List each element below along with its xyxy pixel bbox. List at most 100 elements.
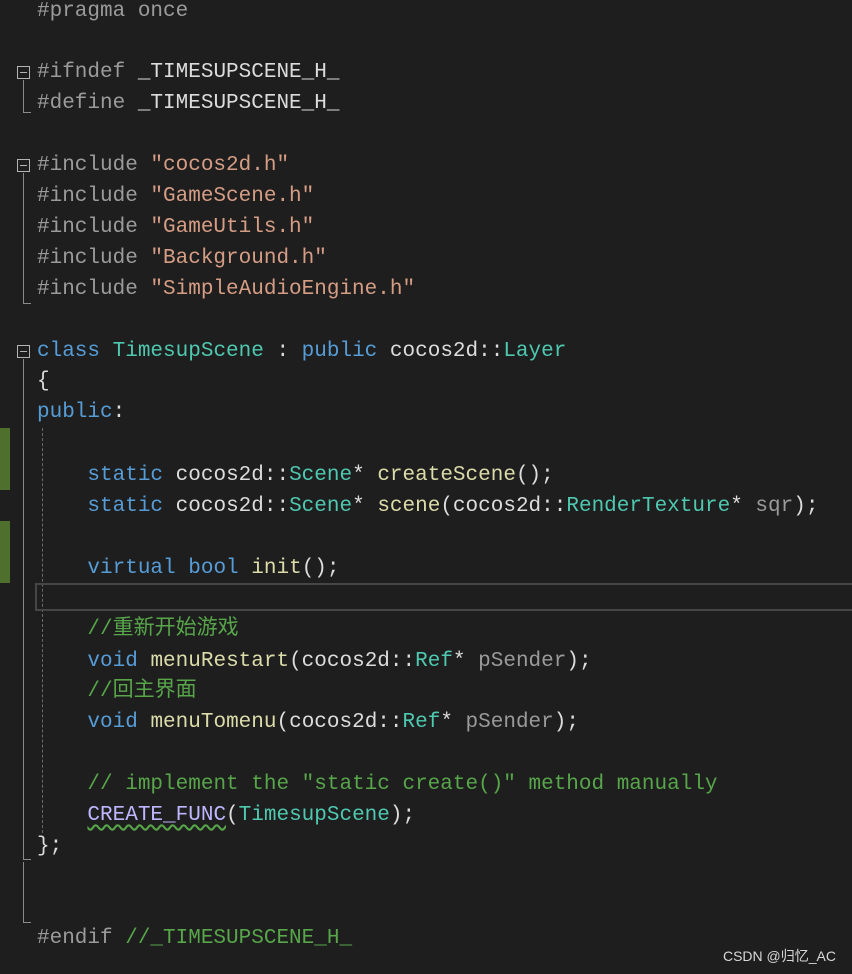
- parameter: sqr: [755, 495, 794, 518]
- keyword: void: [87, 650, 138, 673]
- punctuation: (cocos2d::: [440, 495, 567, 518]
- code-line: #include "GameScene.h": [37, 181, 314, 212]
- keyword: void: [87, 711, 138, 734]
- type-name: Scene: [289, 464, 353, 487]
- code-line: #define _TIMESUPSCENE_H_: [37, 88, 339, 119]
- function-name: init: [251, 557, 302, 580]
- code-line: #include "GameUtils.h": [37, 212, 314, 243]
- class-name: TimesupScene: [112, 340, 264, 363]
- punctuation: *: [352, 464, 378, 487]
- code-line: static cocos2d::Scene * scene(cocos2d::Re…: [37, 491, 818, 522]
- collapse-icon[interactable]: [17, 159, 30, 172]
- code-line: CREATE_FUNC(TimesupScene);: [37, 800, 415, 831]
- punctuation: (cocos2d::: [289, 650, 416, 673]
- preprocessor: #include: [37, 216, 151, 239]
- collapse-icon[interactable]: [17, 345, 30, 358]
- keyword: class: [37, 340, 101, 363]
- type-name: Layer: [503, 340, 567, 363]
- watermark: CSDN @归忆_AC: [722, 948, 836, 964]
- outline-line: [23, 359, 24, 859]
- preprocessor: #endif: [37, 927, 126, 950]
- macro-name: CREATE_FUNC: [87, 804, 227, 827]
- function-name: menuTomenu: [150, 711, 277, 734]
- preprocessor: #include: [37, 185, 151, 208]
- keyword: static: [87, 464, 164, 487]
- code-line: #include "cocos2d.h": [37, 150, 289, 181]
- keyword: bool: [188, 557, 239, 580]
- code-line: //回主界面: [37, 676, 197, 707]
- punctuation: );: [566, 650, 592, 673]
- namespace: cocos2d::: [175, 464, 290, 487]
- collapse-icon[interactable]: [17, 66, 30, 79]
- string-literal: "cocos2d.h": [150, 154, 290, 177]
- preprocessor: #include: [37, 154, 151, 177]
- identifier: _TIMESUPSCENE_H_: [137, 92, 340, 115]
- punctuation: :: [263, 340, 302, 363]
- code-editor[interactable]: #pragma once #ifndef _TIMESUPSCENE_H_ #d…: [0, 0, 852, 974]
- punctuation: :: [112, 401, 126, 424]
- comment: //_TIMESUPSCENE_H_: [125, 927, 353, 950]
- function-name: menuRestart: [150, 650, 290, 673]
- code-line: };: [37, 831, 62, 862]
- outline-line: [23, 173, 24, 303]
- string-literal: "Background.h": [150, 247, 327, 270]
- code-line: #include "Background.h": [37, 243, 327, 274]
- preprocessor: #define: [37, 92, 138, 115]
- punctuation: *: [730, 495, 756, 518]
- punctuation: *: [452, 650, 479, 673]
- identifier: _TIMESUPSCENE_H_: [137, 61, 340, 84]
- string-literal: "SimpleAudioEngine.h": [150, 278, 416, 301]
- code-line: #include "SimpleAudioEngine.h": [37, 274, 415, 305]
- function-name: scene: [377, 495, 441, 518]
- code-line: virtual bool init();: [37, 553, 340, 584]
- preprocessor: #ifndef: [37, 61, 138, 84]
- punctuation: ();: [301, 557, 340, 580]
- outline-line: [23, 859, 31, 860]
- comment: //回主界面: [87, 680, 197, 703]
- punctuation: );: [793, 495, 819, 518]
- type-name: Ref: [415, 650, 453, 673]
- comment: //重新开始游戏: [87, 618, 239, 641]
- punctuation: ();: [515, 464, 554, 487]
- string-literal: "GameUtils.h": [150, 216, 315, 239]
- punctuation: };: [37, 835, 63, 858]
- keyword: virtual: [87, 557, 176, 580]
- outline-line: [23, 80, 24, 112]
- code-line: void menuTomenu(cocos2d::Ref* pSender);: [37, 707, 579, 738]
- change-marker: [0, 521, 10, 583]
- outline-line: [23, 303, 31, 304]
- type-name: Ref: [402, 711, 441, 734]
- current-line-highlight: [35, 583, 852, 611]
- type-name: RenderTexture: [566, 495, 731, 518]
- punctuation: {: [37, 370, 50, 393]
- comment: // implement the "static create()" metho…: [87, 773, 718, 796]
- keyword: public: [301, 340, 378, 363]
- code-line: // implement the "static create()" metho…: [37, 769, 718, 800]
- parameter: pSender: [465, 711, 554, 734]
- punctuation: (cocos2d::: [276, 711, 403, 734]
- namespace: cocos2d::: [175, 495, 290, 518]
- code-line: static cocos2d::Scene* createScene();: [37, 460, 554, 491]
- outline-line: [23, 862, 24, 922]
- function-name: createScene: [377, 464, 516, 487]
- punctuation: );: [389, 804, 416, 827]
- code-line: class TimesupScene : public cocos2d::Lay…: [37, 336, 566, 367]
- punctuation: );: [553, 711, 579, 734]
- code-line: public:: [37, 397, 125, 428]
- code-line: #pragma once: [37, 0, 188, 27]
- keyword: static: [87, 495, 164, 518]
- type-name: TimesupScene: [238, 804, 390, 827]
- code-line: #endif //_TIMESUPSCENE_H_: [37, 923, 352, 954]
- type-name: Scene: [289, 495, 353, 518]
- parameter: pSender: [478, 650, 567, 673]
- preprocessor: #pragma once: [37, 0, 189, 23]
- code-line: void menuRestart(cocos2d::Ref* pSender);: [37, 646, 592, 677]
- change-marker: [0, 428, 10, 490]
- preprocessor: #include: [37, 278, 151, 301]
- code-line: {: [37, 366, 50, 397]
- code-line: #ifndef _TIMESUPSCENE_H_: [37, 57, 339, 88]
- punctuation: *: [440, 711, 466, 734]
- punctuation: (: [226, 804, 239, 827]
- outline-line: [23, 922, 31, 923]
- code-line: //重新开始游戏: [37, 614, 239, 645]
